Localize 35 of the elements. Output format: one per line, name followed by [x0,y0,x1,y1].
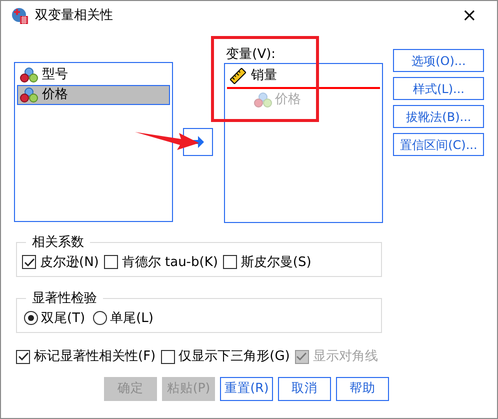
dialog-button[interactable]: 拔靴法(B)... [393,105,484,128]
checkbox-label: 显示对角线 [312,348,378,366]
window-title: 双变量相关性 [35,7,113,26]
dialog-button[interactable]: 选项(O)... [393,49,484,72]
app-icon [11,7,29,25]
checkbox-label: 肯德尔 tau-b(K) [122,254,218,272]
checkbox[interactable] [16,350,30,364]
variable-item[interactable]: 型号 [17,65,170,85]
radio-label: 双尾(T) [41,310,86,328]
checkbox[interactable] [160,350,175,364]
variable-icon [20,67,38,83]
variable-icon [20,87,38,103]
group-title: 相关系数 [31,234,85,252]
variable-item[interactable]: 销量 [227,66,380,86]
variables-label: 变量(V): [225,46,277,63]
variable-icon [254,92,272,108]
radio-button[interactable] [93,311,108,326]
checkbox-label: 皮尔逊(N) [40,254,99,272]
group-title: 显著性检验 [31,290,98,308]
close-button[interactable]: × [462,7,477,25]
checkbox[interactable] [22,255,36,270]
variable-item[interactable]: 价格 [17,85,170,105]
checkbox-label: 斯皮尔曼(S) [240,254,312,272]
dialog-button[interactable]: 样式(L)... [393,77,484,100]
checkbox[interactable] [222,255,237,270]
dialog-button[interactable]: 重置(R) [220,376,273,400]
drag-preview: 价格 [275,91,302,110]
radio-label: 单尾(L) [110,310,154,328]
dialog-button[interactable]: 取消 [278,376,331,400]
dialog-button[interactable]: 帮助 [336,376,389,400]
checkbox[interactable] [104,255,118,270]
checkbox-label: 标记显著性相关性(F) [34,348,156,366]
checkbox-label: 仅显示下三角形(G) [178,348,290,366]
radio-button[interactable] [24,311,38,326]
dialog-button[interactable]: 置信区间(C)... [393,133,484,156]
